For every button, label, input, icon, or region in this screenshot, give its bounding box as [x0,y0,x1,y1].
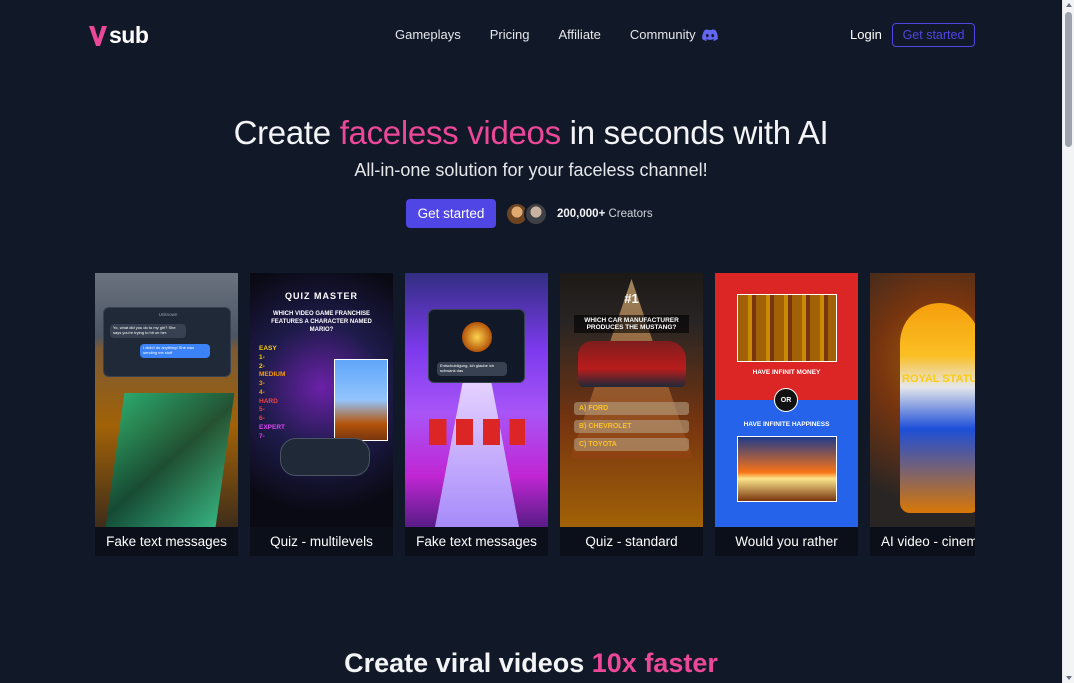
card-caption: AI video - cinematic [870,527,975,556]
chat-bubble-outgoing: I didn't do anything! She was sending me… [140,344,210,358]
or-badge: OR [774,388,798,412]
chat-bubble-incoming: Yo, what did you do to my girl? She says… [110,324,186,338]
level-item: 6- [259,415,265,423]
card-thumbnail: #1 WHICH CAR MANUFACTURER PRODUCES THE M… [560,273,703,527]
level-item: 3- [259,380,265,388]
mario-image [334,359,388,441]
card-caption: Quiz - multilevels [250,527,393,556]
logo[interactable]: sub [88,22,149,49]
quiz-question: WHICH CAR MANUFACTURER PRODUCES THE MUST… [574,315,689,333]
section-title-accent: 10x faster [591,648,718,678]
royal-cat-image [900,303,975,513]
quiz-answer: C) TOYOTA [574,438,689,451]
vertical-scrollbar[interactable] [1062,0,1074,683]
runner-obstacles [429,419,525,445]
hero-title-after: in seconds with AI [560,114,829,151]
card-caption: Fake text messages [405,527,548,556]
sunset-image [737,436,837,502]
logo-v-icon [89,25,107,46]
game-controller-image [280,438,370,476]
discord-icon [701,28,718,41]
quiz-levels: EASY 1- 2- MEDIUM 3- 4- HARD 5- 6- EXPER… [259,345,285,441]
section-title: Create viral videos 10x faster [0,648,1062,679]
card-fake-text-2[interactable]: Entschuldigung, ich glaube ich schwank d… [405,273,548,556]
creators-number: 200,000+ [557,207,606,220]
card-caption: Would you rather [715,527,858,556]
login-link[interactable]: Login [850,27,882,42]
card-overlay-text: ROYAL STATUE [902,373,975,385]
car-image [578,341,686,387]
page: sub Gameplays Pricing Affiliate Communit… [0,0,1062,683]
hero-title-before: Create [233,114,340,151]
option-b-label: HAVE INFINITE HAPPINESS [743,421,830,428]
hero-cta-row: Get started 200,000+ Creators [406,199,653,228]
gameplay-carousel: Unknown Yo, what did you do to my girl? … [95,273,975,556]
nav-affiliate[interactable]: Affiliate [559,27,601,42]
nav-community[interactable]: Community [630,27,718,42]
nav-gameplays[interactable]: Gameplays [395,27,461,42]
runner-road [435,373,519,527]
level-item: 5- [259,406,265,414]
level-item: 1- [259,353,265,361]
main-nav: Gameplays Pricing Affiliate Community [395,27,718,42]
logo-text: sub [109,22,149,48]
option-b-panel: HAVE INFINITE HAPPINESS [715,400,858,527]
section-title-before: Create viral videos [344,648,592,678]
hero-title-accent: faceless videos [339,114,561,151]
card-thumbnail: ROYAL STATUE [870,273,975,527]
level-label: HARD [259,397,278,405]
quiz-question: WHICH VIDEO GAME FRANCHISE FEATURES A CH… [271,311,372,333]
creator-avatars [505,201,548,226]
creators-count: 200,000+ Creators [557,208,653,220]
hero-get-started-button[interactable]: Get started [406,199,496,228]
card-quiz-standard[interactable]: #1 WHICH CAR MANUFACTURER PRODUCES THE M… [560,273,703,556]
card-quiz-multilevels[interactable]: QUIZ MASTER WHICH VIDEO GAME FRANCHISE F… [250,273,393,556]
nav-pricing[interactable]: Pricing [490,27,530,42]
minecraft-ore [105,393,235,527]
chat-contact: Unknown [158,312,178,317]
card-caption: Fake text messages [95,527,238,556]
nav-get-started-button[interactable]: Get started [892,23,975,47]
chat-window: Unknown Yo, what did you do to my girl? … [103,307,231,377]
level-label: MEDIUM [259,371,286,379]
chat-avatar [462,322,492,352]
card-thumbnail: QUIZ MASTER WHICH VIDEO GAME FRANCHISE F… [250,273,393,527]
scroll-up-arrow-icon[interactable] [1066,3,1072,7]
avatar [524,201,548,226]
level-label: EXPERT [259,423,286,431]
card-thumbnail: HAVE INFINIT MONEY HAVE INFINITE HAPPINE… [715,273,858,527]
coins-image [737,294,837,362]
card-fake-text-1[interactable]: Unknown Yo, what did you do to my girl? … [95,273,238,556]
level-item: 7- [259,432,265,440]
option-a-label: HAVE INFINIT MONEY [752,369,821,376]
chat-bubble-incoming: Entschuldigung, ich glaube ich schwank d… [437,362,507,376]
quiz-number: #1 [624,291,639,306]
card-caption: Quiz - standard [560,527,703,556]
hero-title: Create faceless videos in seconds with A… [0,114,1062,152]
scroll-thumb[interactable] [1065,12,1072,147]
card-thumbnail: Unknown Yo, what did you do to my girl? … [95,273,238,527]
chat-window: Entschuldigung, ich glaube ich schwank d… [428,309,525,383]
quiz-title: QUIZ MASTER [285,291,358,301]
card-would-you-rather[interactable]: HAVE INFINIT MONEY HAVE INFINITE HAPPINE… [715,273,858,556]
card-ai-video-cinematic[interactable]: ROYAL STATUE AI video - cinematic [870,273,975,556]
scroll-down-arrow-icon[interactable] [1066,676,1072,680]
card-thumbnail: Entschuldigung, ich glaube ich schwank d… [405,273,548,527]
level-label: EASY [259,345,277,352]
level-item: 2- [259,362,265,370]
option-a-panel: HAVE INFINIT MONEY [715,273,858,400]
quiz-answer: A) FORD [574,402,689,415]
level-item: 4- [259,388,265,396]
nav-community-label: Community [629,27,696,42]
creators-label: Creators [605,207,653,220]
quiz-answer: B) CHEVROLET [574,420,689,433]
hero-subtitle: All-in-one solution for your faceless ch… [354,160,708,180]
